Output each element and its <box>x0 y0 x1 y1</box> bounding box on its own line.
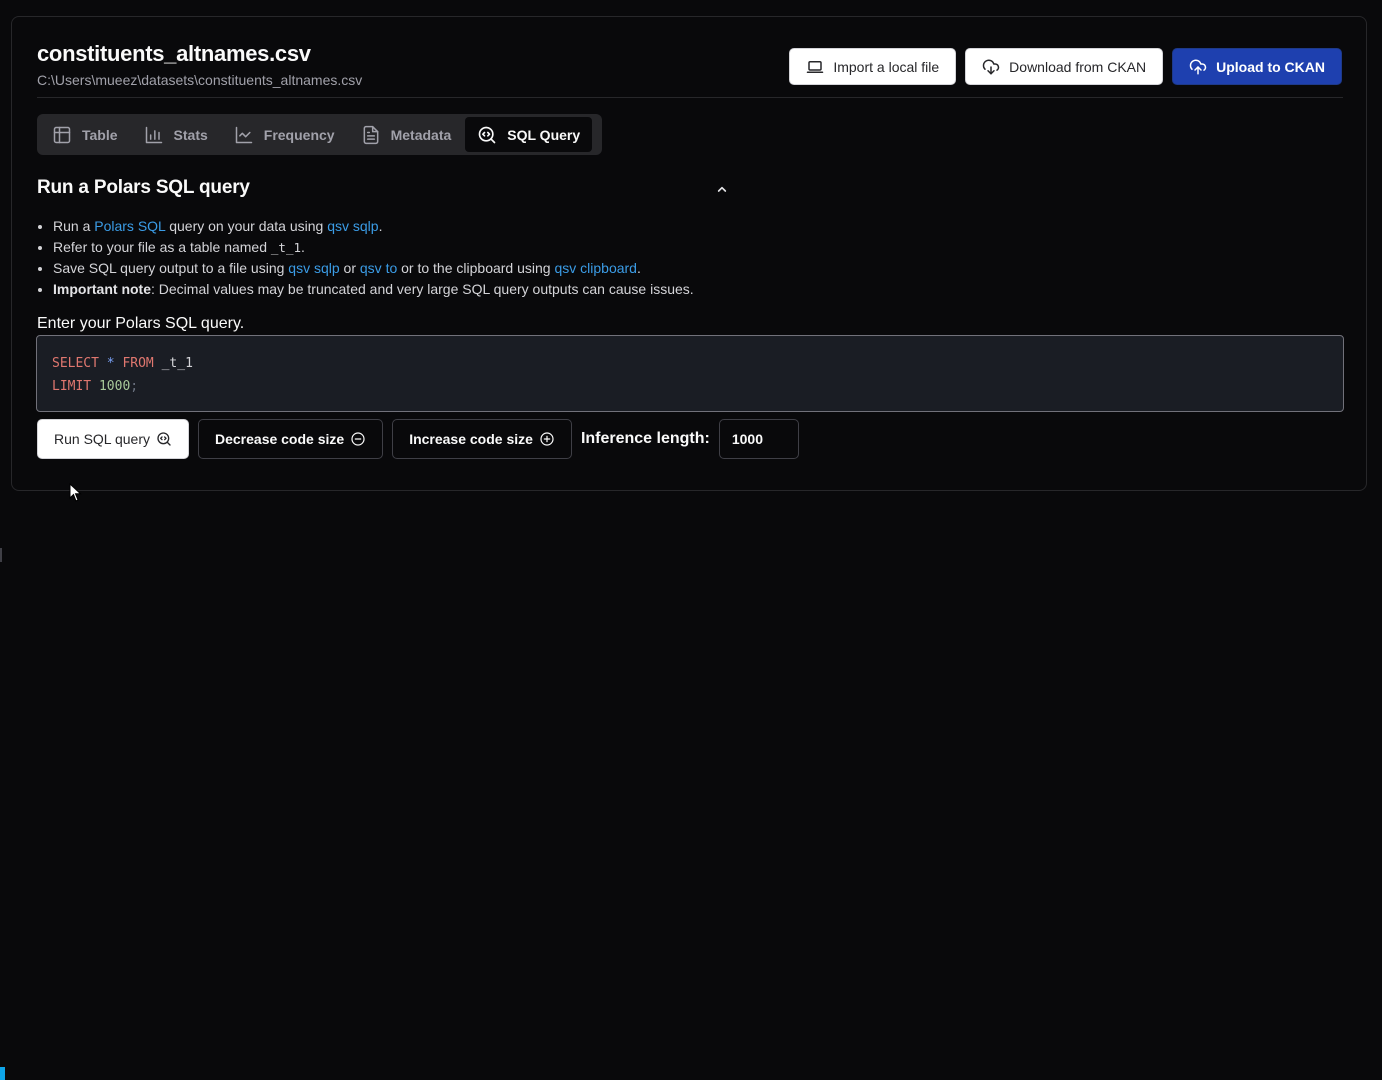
tab-stats-label: Stats <box>173 126 208 143</box>
decrease-code-size-button[interactable]: Decrease code size <box>197 419 384 459</box>
run-sql-query-button[interactable]: Run SQL query <box>37 419 189 459</box>
tab-metadata[interactable]: Metadata <box>349 117 464 152</box>
bullet-text: Refer to your file as a table named <box>53 238 271 255</box>
bullet-text: Save SQL query output to a file using <box>53 260 289 276</box>
inference-length-input[interactable] <box>718 419 799 459</box>
polars-sql-link[interactable]: Polars SQL <box>94 218 165 234</box>
list-item: Save SQL query output to a file using qs… <box>53 258 694 279</box>
import-label: Import a local file <box>833 58 940 75</box>
top-actions: Import a local file Download from CKAN U… <box>789 48 1342 85</box>
file-text-icon <box>363 125 378 144</box>
upload-label: Upload to CKAN <box>1216 58 1325 75</box>
import-local-file-button[interactable]: Import a local file <box>789 48 957 85</box>
code-line-2: LIMIT 1000; <box>52 375 1328 398</box>
download-label: Download from CKAN <box>1009 58 1147 75</box>
tab-table[interactable]: Table <box>40 117 130 152</box>
line-chart-icon <box>235 126 253 143</box>
query-label: Enter your Polars SQL query. <box>37 315 245 332</box>
file-title: constituents_altnames.csv <box>37 41 311 66</box>
qsv-clipboard-link[interactable]: qsv clipboard <box>554 260 637 276</box>
search-code-icon <box>478 126 496 143</box>
main-card: constituents_altnames.csv C:\Users\mueez… <box>11 16 1367 491</box>
code-line-1: SELECT * FROM _t_1 <box>52 352 1328 375</box>
table-identifier: _t_1 <box>161 356 193 371</box>
bar-chart-icon <box>145 126 162 143</box>
sql-editor[interactable]: SELECT * FROM _t_1 LIMIT 1000; <box>36 335 1344 412</box>
tab-sql-query-label: SQL Query <box>507 126 581 143</box>
tab-frequency-label: Frequency <box>263 126 335 143</box>
download-from-ckan-button[interactable]: Download from CKAN <box>965 48 1164 85</box>
qsv-to-link[interactable]: qsv to <box>360 260 397 276</box>
limit-number: 1000 <box>98 379 131 394</box>
bullet-text: or to the clipboard using <box>397 260 555 276</box>
view-tabs: Table Stats Frequency Metadata SQL Query <box>37 114 602 155</box>
bullet-text: . <box>378 218 383 234</box>
qsv-sqlp-link-2[interactable]: qsv sqlp <box>288 260 339 276</box>
plus-circle-icon <box>540 432 554 446</box>
edge-marker <box>0 1067 5 1080</box>
edge-tick <box>0 548 2 562</box>
tab-stats[interactable]: Stats <box>132 117 220 152</box>
upload-to-ckan-button[interactable]: Upload to CKAN <box>1172 48 1342 85</box>
keyword-limit: LIMIT <box>52 379 92 394</box>
table-icon <box>53 126 71 143</box>
keyword-select: SELECT <box>52 356 99 371</box>
increase-code-size-button[interactable]: Increase code size <box>392 419 572 459</box>
important-note-label: Important note <box>53 280 151 297</box>
header-divider <box>37 97 1343 98</box>
keyword-from: FROM <box>122 356 154 371</box>
list-item: Run a Polars SQL query on your data usin… <box>53 216 694 237</box>
cloud-upload-icon <box>1189 59 1207 74</box>
operator-star: * <box>106 356 115 371</box>
tab-table-label: Table <box>82 126 118 143</box>
increase-label: Increase code size <box>409 431 533 447</box>
inference-length-label: Inference length: <box>580 430 710 447</box>
semicolon: ; <box>130 379 139 394</box>
qsv-sqlp-link[interactable]: qsv sqlp <box>327 218 378 234</box>
list-item: Refer to your file as a table named _t_1… <box>53 237 694 259</box>
tab-sql-query[interactable]: SQL Query <box>465 117 593 152</box>
minus-circle-icon <box>351 432 365 446</box>
bullet-text: : Decimal values may be truncated and ve… <box>151 280 694 297</box>
list-item: Important note: Decimal values may be tr… <box>53 279 694 300</box>
bullet-text: or <box>339 260 360 276</box>
tab-metadata-label: Metadata <box>390 126 452 143</box>
search-code-icon <box>157 432 171 446</box>
laptop-icon <box>807 60 824 73</box>
tab-frequency[interactable]: Frequency <box>222 117 347 152</box>
bullet-text: query on your data using <box>165 218 328 234</box>
chevron-up-icon[interactable] <box>714 181 730 197</box>
sql-info-list: Run a Polars SQL query on your data usin… <box>53 216 694 299</box>
bullet-text: . <box>301 238 305 255</box>
file-path: C:\Users\mueez\datasets\constituents_alt… <box>37 72 363 88</box>
bullet-text: . <box>636 260 641 276</box>
bullet-text: Run a <box>53 218 95 234</box>
mouse-cursor-icon <box>69 483 82 502</box>
decrease-label: Decrease code size <box>214 431 345 447</box>
run-label: Run SQL query <box>54 431 150 447</box>
cloud-download-icon <box>982 59 1000 74</box>
sql-section-title: Run a Polars SQL query <box>37 177 250 198</box>
query-controls: Run SQL query Decrease code size Increas… <box>37 419 799 459</box>
table-name-code: _t_1 <box>270 239 302 255</box>
